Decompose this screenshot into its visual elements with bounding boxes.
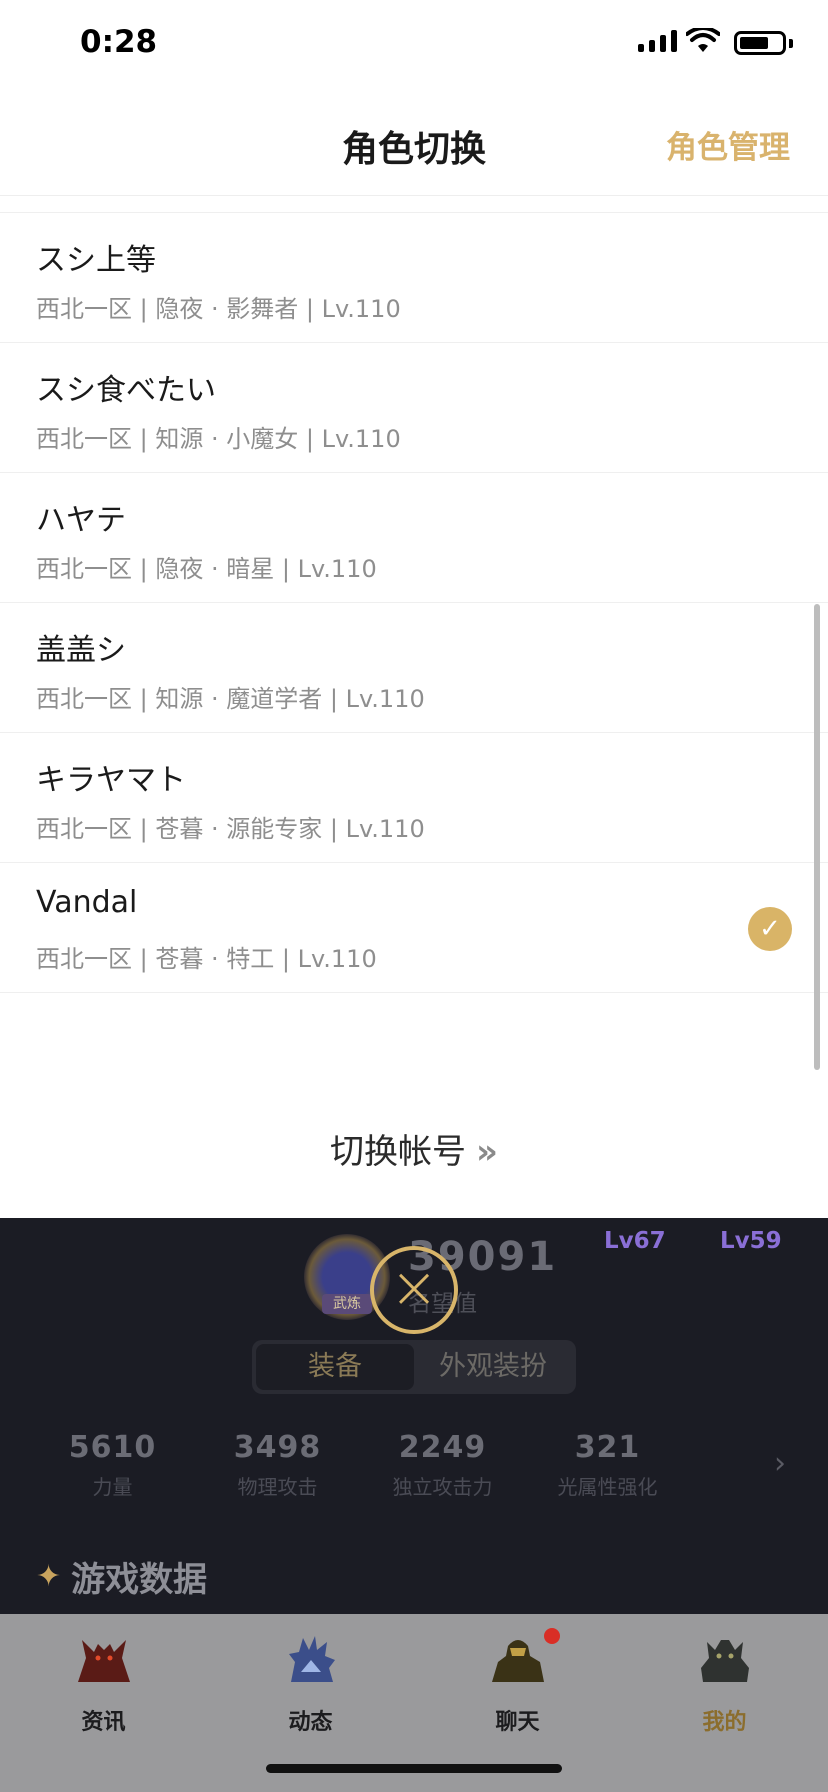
tab-equipment[interactable]: 装备 (256, 1344, 414, 1390)
stat-item: 2249 独立攻击力 (360, 1430, 525, 1500)
stats-more-chevron-icon[interactable]: › (774, 1446, 786, 1481)
character-info: 西北一区 | 知源 · 魔道学者 | Lv.110 (36, 685, 425, 713)
status-bar: 0:28 (0, 0, 828, 90)
character-name: スシ上等 (36, 243, 156, 278)
tabbar-item-profile[interactable]: 我的 (621, 1614, 828, 1792)
character-info: 西北一区 | 苍暮 · 源能专家 | Lv.110 (36, 815, 425, 843)
switch-account-button[interactable]: 切换帐号» (0, 1124, 828, 1173)
beast-icon (701, 1640, 749, 1682)
switch-account-label: 切换帐号 (330, 1132, 467, 1172)
stat-item: 3498 物理攻击 (195, 1430, 360, 1500)
status-time: 0:28 (80, 24, 158, 60)
game-data-section-header: ✦ 游戏数据 (36, 1552, 207, 1601)
navigation-bar: 角色切换 角色管理 (0, 90, 828, 196)
tabbar-label: 资讯 (81, 1710, 126, 1735)
character-row[interactable]: ハヤテ 西北一区 | 隐夜 · 暗星 | Lv.110 (0, 473, 828, 603)
stat-value: 3498 (233, 1430, 322, 1465)
notification-badge (544, 1628, 560, 1644)
stats-row: 5610 力量 3498 物理攻击 2249 独立攻击力 321 光属性强化 (30, 1430, 770, 1500)
stat-value: 321 (574, 1430, 641, 1465)
character-row[interactable]: 盖盖シ 西北一区 | 知源 · 魔道学者 | Lv.110 (0, 603, 828, 733)
equipment-tabs: 装备 外观装扮 (252, 1340, 576, 1394)
rank-badge-label: 武炼 (322, 1294, 372, 1314)
role-switch-sheet: 0:28 角色切换 角色管理 スシ上等 西北一区 | 隐夜 · 影舞者 | Lv… (0, 0, 828, 1218)
warrior-icon (492, 1640, 544, 1682)
character-row[interactable]: キラヤマト 西北一区 | 苍暮 · 源能专家 | Lv.110 (0, 733, 828, 863)
character-row[interactable]: スシ食べたい 西北一区 | 知源 · 小魔女 | Lv.110 (0, 343, 828, 473)
character-info: 西北一区 | 知源 · 小魔女 | Lv.110 (36, 425, 401, 453)
home-indicator[interactable] (266, 1764, 562, 1773)
tabbar-label: 聊天 (495, 1710, 540, 1735)
stat-value: 2249 (398, 1430, 487, 1465)
arrow-bullet-icon: ✦ (36, 1559, 62, 1594)
manage-roles-button[interactable]: 角色管理 (666, 122, 790, 167)
character-info: 西北一区 | 隐夜 · 影舞者 | Lv.110 (36, 295, 401, 323)
character-name: Vandal (36, 885, 138, 920)
character-name: 盖盖シ (36, 633, 126, 668)
stat-label: 物理攻击 (237, 1475, 318, 1499)
cellular-signal-icon (638, 30, 677, 52)
tabbar-item-news[interactable]: 资讯 (0, 1614, 207, 1792)
battery-icon (734, 31, 786, 55)
tabbar-label: 动态 (288, 1710, 333, 1735)
section-title: 游戏数据 (71, 1560, 208, 1600)
character-row-selected[interactable]: Vandal 西北一区 | 苍暮 · 特工 | Lv.110 ✓ (0, 863, 828, 993)
demon-icon (78, 1640, 130, 1682)
wifi-icon (686, 28, 720, 52)
ice-creature-icon (289, 1636, 335, 1682)
stat-label: 力量 (92, 1475, 133, 1499)
character-name: ハヤテ (36, 503, 126, 538)
character-name: キラヤマト (36, 763, 186, 798)
stat-value: 5610 (68, 1430, 157, 1465)
level-label-1: Lv67 (604, 1228, 666, 1254)
character-info: 西北一区 | 苍暮 · 特工 | Lv.110 (36, 945, 377, 973)
tabbar-label: 我的 (702, 1710, 747, 1735)
character-row[interactable]: スシ上等 西北一区 | 隐夜 · 影舞者 | Lv.110 (0, 213, 828, 343)
checkmark-icon: ✓ (748, 907, 792, 951)
character-name: スシ食べたい (36, 373, 216, 408)
character-info: 西北一区 | 隐夜 · 暗星 | Lv.110 (36, 555, 377, 583)
stat-item: 5610 力量 (30, 1430, 195, 1500)
close-icon[interactable]: × (370, 1246, 458, 1334)
tab-appearance[interactable]: 外观装扮 (414, 1344, 572, 1390)
stat-label: 独立攻击力 (392, 1475, 493, 1499)
stat-label: 光属性强化 (557, 1475, 658, 1499)
double-chevron-right-icon: » (476, 1132, 498, 1172)
scrollbar[interactable] (814, 604, 820, 1070)
character-list: スシ上等 西北一区 | 隐夜 · 影舞者 | Lv.110 スシ食べたい 西北一… (0, 212, 828, 993)
battery-nub (789, 39, 793, 48)
stat-item: 321 光属性强化 (525, 1430, 690, 1500)
level-label-2: Lv59 (720, 1228, 782, 1254)
